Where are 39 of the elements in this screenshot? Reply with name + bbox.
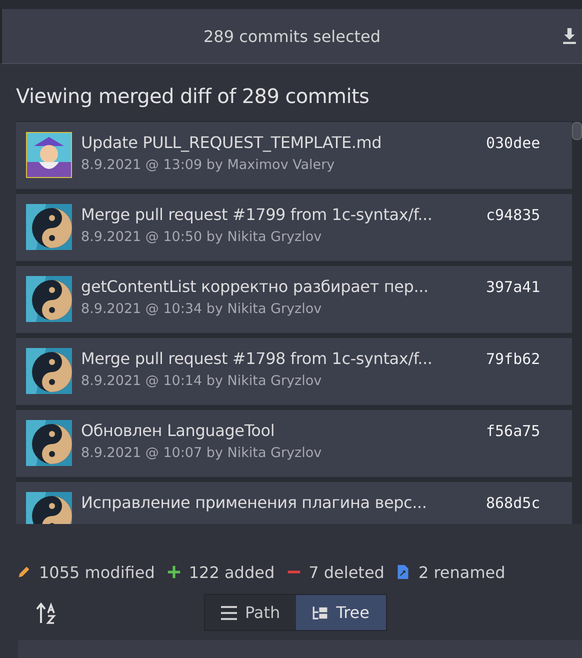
list-icon [221,606,237,620]
commit-summary: Update PULL_REQUEST_TEMPLATE.md [81,132,383,154]
commit-sha: 030dee [486,134,542,152]
view-mode-tab[interactable]: Path [205,595,296,630]
commit-row[interactable]: Merge pull request #1798 from 1c-syntax/f... 8.9.2021 @ 10:14 by Nikita Gryzlov 79fb62 [16,338,572,405]
commit-summary: Merge pull request #1798 from 1c-syntax/f... [81,348,434,370]
commit-row[interactable]: Обновлен LanguageTool 8.9.2021 @ 10:07 by Nikita Gryzlov f56a75 [16,410,572,477]
scrollbar[interactable] [572,122,582,140]
change-count: 122 added [188,562,275,582]
commit-summary: getContentList корректно разбирает пер... [81,276,430,298]
commit-sha: 868d5c [486,494,542,512]
sort-icon[interactable] [36,600,58,626]
change-count: 7 deleted [308,562,384,582]
commit-meta: 8.9.2021 @ 13:09 by Maximov Valery [81,156,336,175]
commit-sha: 79fb62 [486,350,542,368]
commit-meta: 8.9.2021 @ 10:14 by Nikita Gryzlov [81,372,323,391]
commit-sha: f56a75 [486,422,542,440]
commit-row[interactable]: getContentList корректно разбирает пер... 8.9.2021 @ 10:34 by Nikita Gryzlov 397a41 [16,266,572,333]
view-mode-tab[interactable]: Tree [296,595,386,630]
commit-row[interactable]: Merge pull request #1799 from 1c-syntax/f... 8.9.2021 @ 10:50 by Nikita Gryzlov c94835 [16,194,572,261]
commit-meta: 8.9.2021 @ 10:34 by Nikita Gryzlov [81,300,323,319]
change-count: 2 renamed [418,562,506,582]
commit-summary: Исправление применения плагина верс... [81,492,428,514]
commit-meta: 8.9.2021 @ 10:07 by Nikita Gryzlov [81,444,323,463]
diff-heading: Viewing merged diff of 289 commits [15,83,370,110]
selection-title: 289 commits selected [203,26,381,46]
commit-meta: 8.9.2021 @ 10:50 by Nikita Gryzlov [81,228,323,247]
plus-icon [166,565,181,579]
commit-summary: Merge pull request #1799 from 1c-syntax/f... [81,204,434,226]
commit-row[interactable]: Update PULL_REQUEST_TEMPLATE.md 8.9.2021 @ 13:09 by Maximov Valery 030dee [16,122,572,189]
change-count: 1055 modified [39,562,155,582]
file-icon [396,565,410,579]
commit-row[interactable]: Исправление применения плагина верс... 868d5c [16,482,572,524]
commit-summary: Обновлен LanguageTool [81,420,276,442]
pencil-icon [17,565,31,579]
commit-sha: c94835 [486,206,542,224]
download-icon[interactable] [561,27,578,44]
commit-sha: 397a41 [486,278,542,296]
folder-tree-icon [312,606,328,620]
